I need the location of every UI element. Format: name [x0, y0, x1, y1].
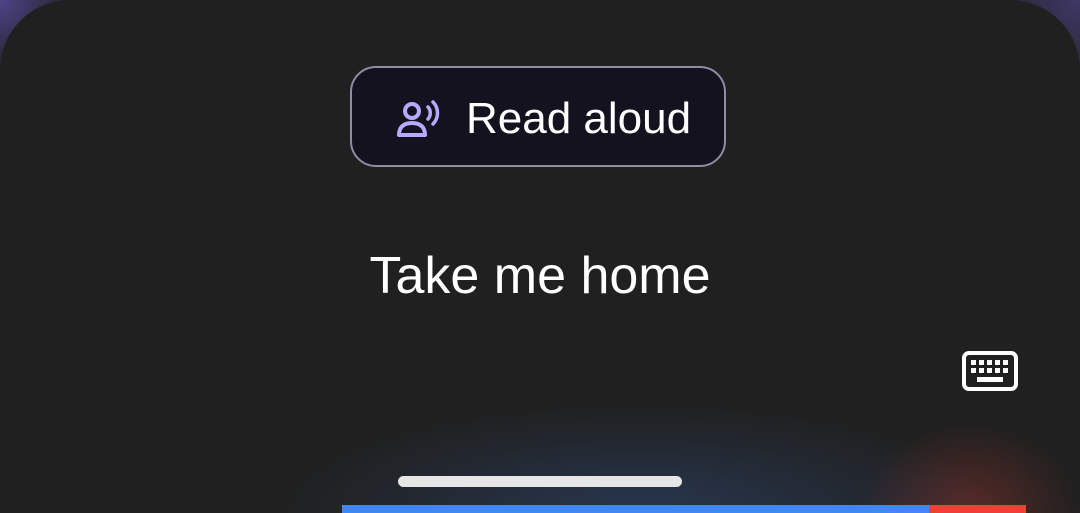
read-aloud-label: Read aloud [466, 94, 692, 143]
speaking-person-icon [397, 100, 440, 137]
listening-bar-blue-segment [342, 505, 929, 513]
listening-indicator-bar [342, 505, 1026, 513]
recognized-speech-text: Take me home [369, 247, 711, 305]
listening-bar-red-segment [929, 505, 1026, 513]
read-aloud-button[interactable]: Read aloud [350, 66, 726, 167]
voice-input-sheet: Read aloud Take me home [0, 0, 1080, 513]
keyboard-icon[interactable] [962, 351, 1018, 391]
home-indicator[interactable] [398, 476, 682, 487]
